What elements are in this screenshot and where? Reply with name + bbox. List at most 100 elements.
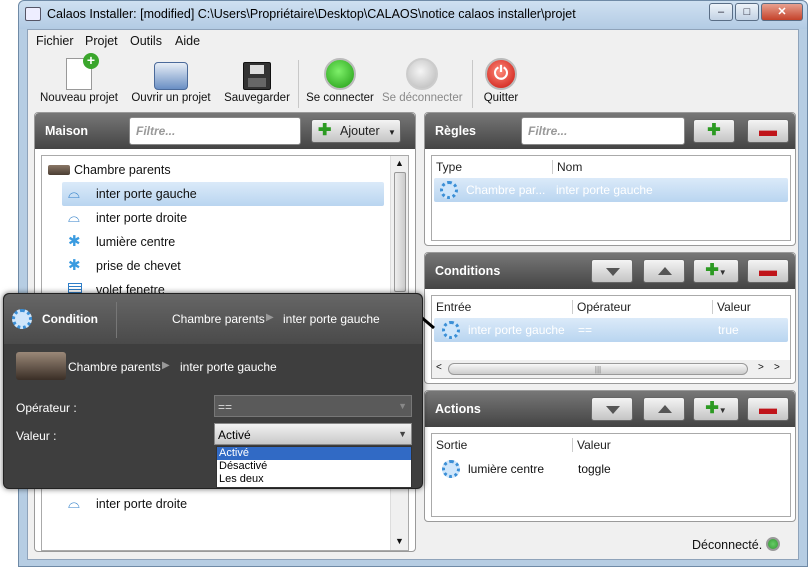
title-bar: Calaos Installer: [modified] C:\Users\Pr… <box>19 1 807 29</box>
value-select[interactable]: Activé ▼ <box>214 423 412 445</box>
plus-icon: ✚ <box>705 400 719 417</box>
remove-rule-button[interactable]: ▬ <box>747 119 789 143</box>
operator-value: == <box>218 400 233 414</box>
action-sortie: lumière centre <box>468 462 545 476</box>
light-icon: ✱ <box>68 257 81 274</box>
remove-condition-button[interactable]: ▬ <box>747 259 789 283</box>
regles-header: Règles Filtre... ✚ ▬ <box>425 113 795 149</box>
chevron-right-icon: ▶ <box>266 312 274 323</box>
chevron-right-icon: > <box>758 362 764 373</box>
horizontal-scrollbar[interactable]: < ||| > > <box>432 360 790 378</box>
action-valeur: toggle <box>578 462 611 476</box>
gear-icon <box>12 309 32 329</box>
tree-item[interactable]: ⌓ inter porte gauche <box>62 182 384 206</box>
floppy-disk-icon <box>243 62 271 90</box>
scrollbar-thumb[interactable]: ||| <box>448 363 748 375</box>
col-entree: Entrée <box>436 300 472 314</box>
actions-header: Actions ✚▼ ▬ <box>425 391 795 427</box>
remove-action-button[interactable]: ▬ <box>747 397 789 421</box>
gear-icon <box>442 460 460 478</box>
connect-button[interactable]: Se connecter <box>306 58 374 104</box>
move-up-button[interactable] <box>643 397 685 421</box>
minimize-button[interactable]: – <box>709 3 733 21</box>
regles-filter-input[interactable]: Filtre... <box>521 117 685 145</box>
actions-table: Sortie Valeur lumière centre toggle <box>431 433 791 517</box>
arrow-down-icon <box>606 406 620 414</box>
move-down-button[interactable] <box>591 397 633 421</box>
value-label: Valeur : <box>16 429 57 443</box>
app-icon <box>25 7 41 21</box>
save-button[interactable]: Sauvegarder <box>222 58 292 104</box>
add-condition-button[interactable]: ✚▼ <box>693 259 739 283</box>
minus-icon: ▬ <box>759 120 777 140</box>
grey-light-icon <box>406 58 438 90</box>
tree-item-label: prise de chevet <box>96 259 181 273</box>
add-rule-button[interactable]: ✚ <box>693 119 735 143</box>
gear-icon <box>442 321 460 339</box>
add-button[interactable]: ✚ Ajouter ▼ <box>311 119 401 143</box>
menu-aide[interactable]: Aide <box>175 34 200 48</box>
arrow-up-icon <box>658 405 672 413</box>
value-current: Activé <box>218 428 251 442</box>
tree-item-label: inter porte gauche <box>96 187 197 201</box>
arrow-up-icon <box>658 267 672 275</box>
move-up-button[interactable] <box>643 259 685 283</box>
menu-fichier[interactable]: Fichier <box>36 34 74 48</box>
disconnect-button[interactable]: Se déconnecter <box>382 58 463 104</box>
dropdown-option[interactable]: Désactivé <box>217 460 411 473</box>
conditions-panel: Conditions ✚▼ ▬ Entrée Opérateur Valeur … <box>424 252 796 384</box>
chevron-down-icon: ▼ <box>718 406 727 415</box>
conditions-table: Entrée Opérateur Valeur inter porte gauc… <box>431 295 791 379</box>
tree-item-label: lumière centre <box>96 235 176 249</box>
add-action-button[interactable]: ✚▼ <box>693 397 739 421</box>
green-light-icon <box>324 58 356 90</box>
toolbar-separator <box>298 60 299 108</box>
popup-item: inter porte gauche <box>283 312 380 326</box>
table-row[interactable]: inter porte gauche == true <box>434 318 788 342</box>
quit-button[interactable]: ⏻ Quitter <box>478 58 524 104</box>
menu-projet[interactable]: Projet <box>85 34 118 48</box>
add-label: Ajouter <box>340 124 380 138</box>
maximize-button[interactable]: □ <box>735 3 759 21</box>
move-down-button[interactable] <box>591 259 633 283</box>
menu-bar: Fichier Projet Outils Aide <box>28 30 798 52</box>
dropdown-option[interactable]: Activé <box>217 447 411 460</box>
plus-icon: ✚ <box>707 122 721 139</box>
power-icon: ⏻ <box>485 58 517 90</box>
path-room: Chambre parents <box>68 360 161 374</box>
rule-name: inter porte gauche <box>556 183 653 197</box>
dropdown-option[interactable]: Les deux <box>217 473 411 486</box>
table-row[interactable]: lumière centre toggle <box>434 456 788 482</box>
new-document-icon: + <box>66 53 99 90</box>
col-sortie: Sortie <box>436 438 468 452</box>
operator-select[interactable]: == ▼ <box>214 395 412 417</box>
room-row[interactable]: Chambre parents <box>46 158 386 182</box>
menu-outils[interactable]: Outils <box>130 34 162 48</box>
scrollbar-thumb[interactable] <box>394 172 406 292</box>
col-type: Type <box>436 160 463 174</box>
tree-item[interactable]: ✱ prise de chevet <box>62 254 384 278</box>
popup-header: Condition Chambre parents ▶ inter porte … <box>4 294 422 344</box>
chevron-right-icon: ▶ <box>162 360 170 371</box>
disconnect-label: Se déconnecter <box>382 92 463 104</box>
divider <box>116 302 117 338</box>
tree-item[interactable]: ✱ lumière centre <box>62 230 384 254</box>
table-row[interactable]: Chambre par... inter porte gauche <box>434 178 788 202</box>
switch-icon: ⌓ <box>68 209 80 226</box>
close-button[interactable]: ✕ <box>761 3 803 21</box>
value-dropdown-list: Activé Désactivé Les deux <box>216 446 412 488</box>
tree-item-label: inter porte droite <box>96 497 188 511</box>
regles-title: Règles <box>435 124 476 138</box>
condition-popup: Condition Chambre parents ▶ inter porte … <box>3 293 423 489</box>
col-operateur: Opérateur <box>572 300 631 314</box>
new-project-button[interactable]: + Nouveau projet <box>40 53 118 105</box>
chevron-left-icon: < <box>436 362 442 373</box>
plus-icon: ✚ <box>705 262 719 279</box>
switch-icon: ⌓ <box>68 185 80 202</box>
tree-item[interactable]: ⌓ inter porte droite <box>62 206 384 230</box>
maison-filter-input[interactable]: Filtre... <box>129 117 301 145</box>
chevron-right-icon: > <box>774 362 780 373</box>
tree-item[interactable]: ⌓ inter porte droite <box>62 492 384 516</box>
open-project-button[interactable]: Ouvrir un projet <box>130 58 212 104</box>
bedroom-icon <box>48 165 70 175</box>
